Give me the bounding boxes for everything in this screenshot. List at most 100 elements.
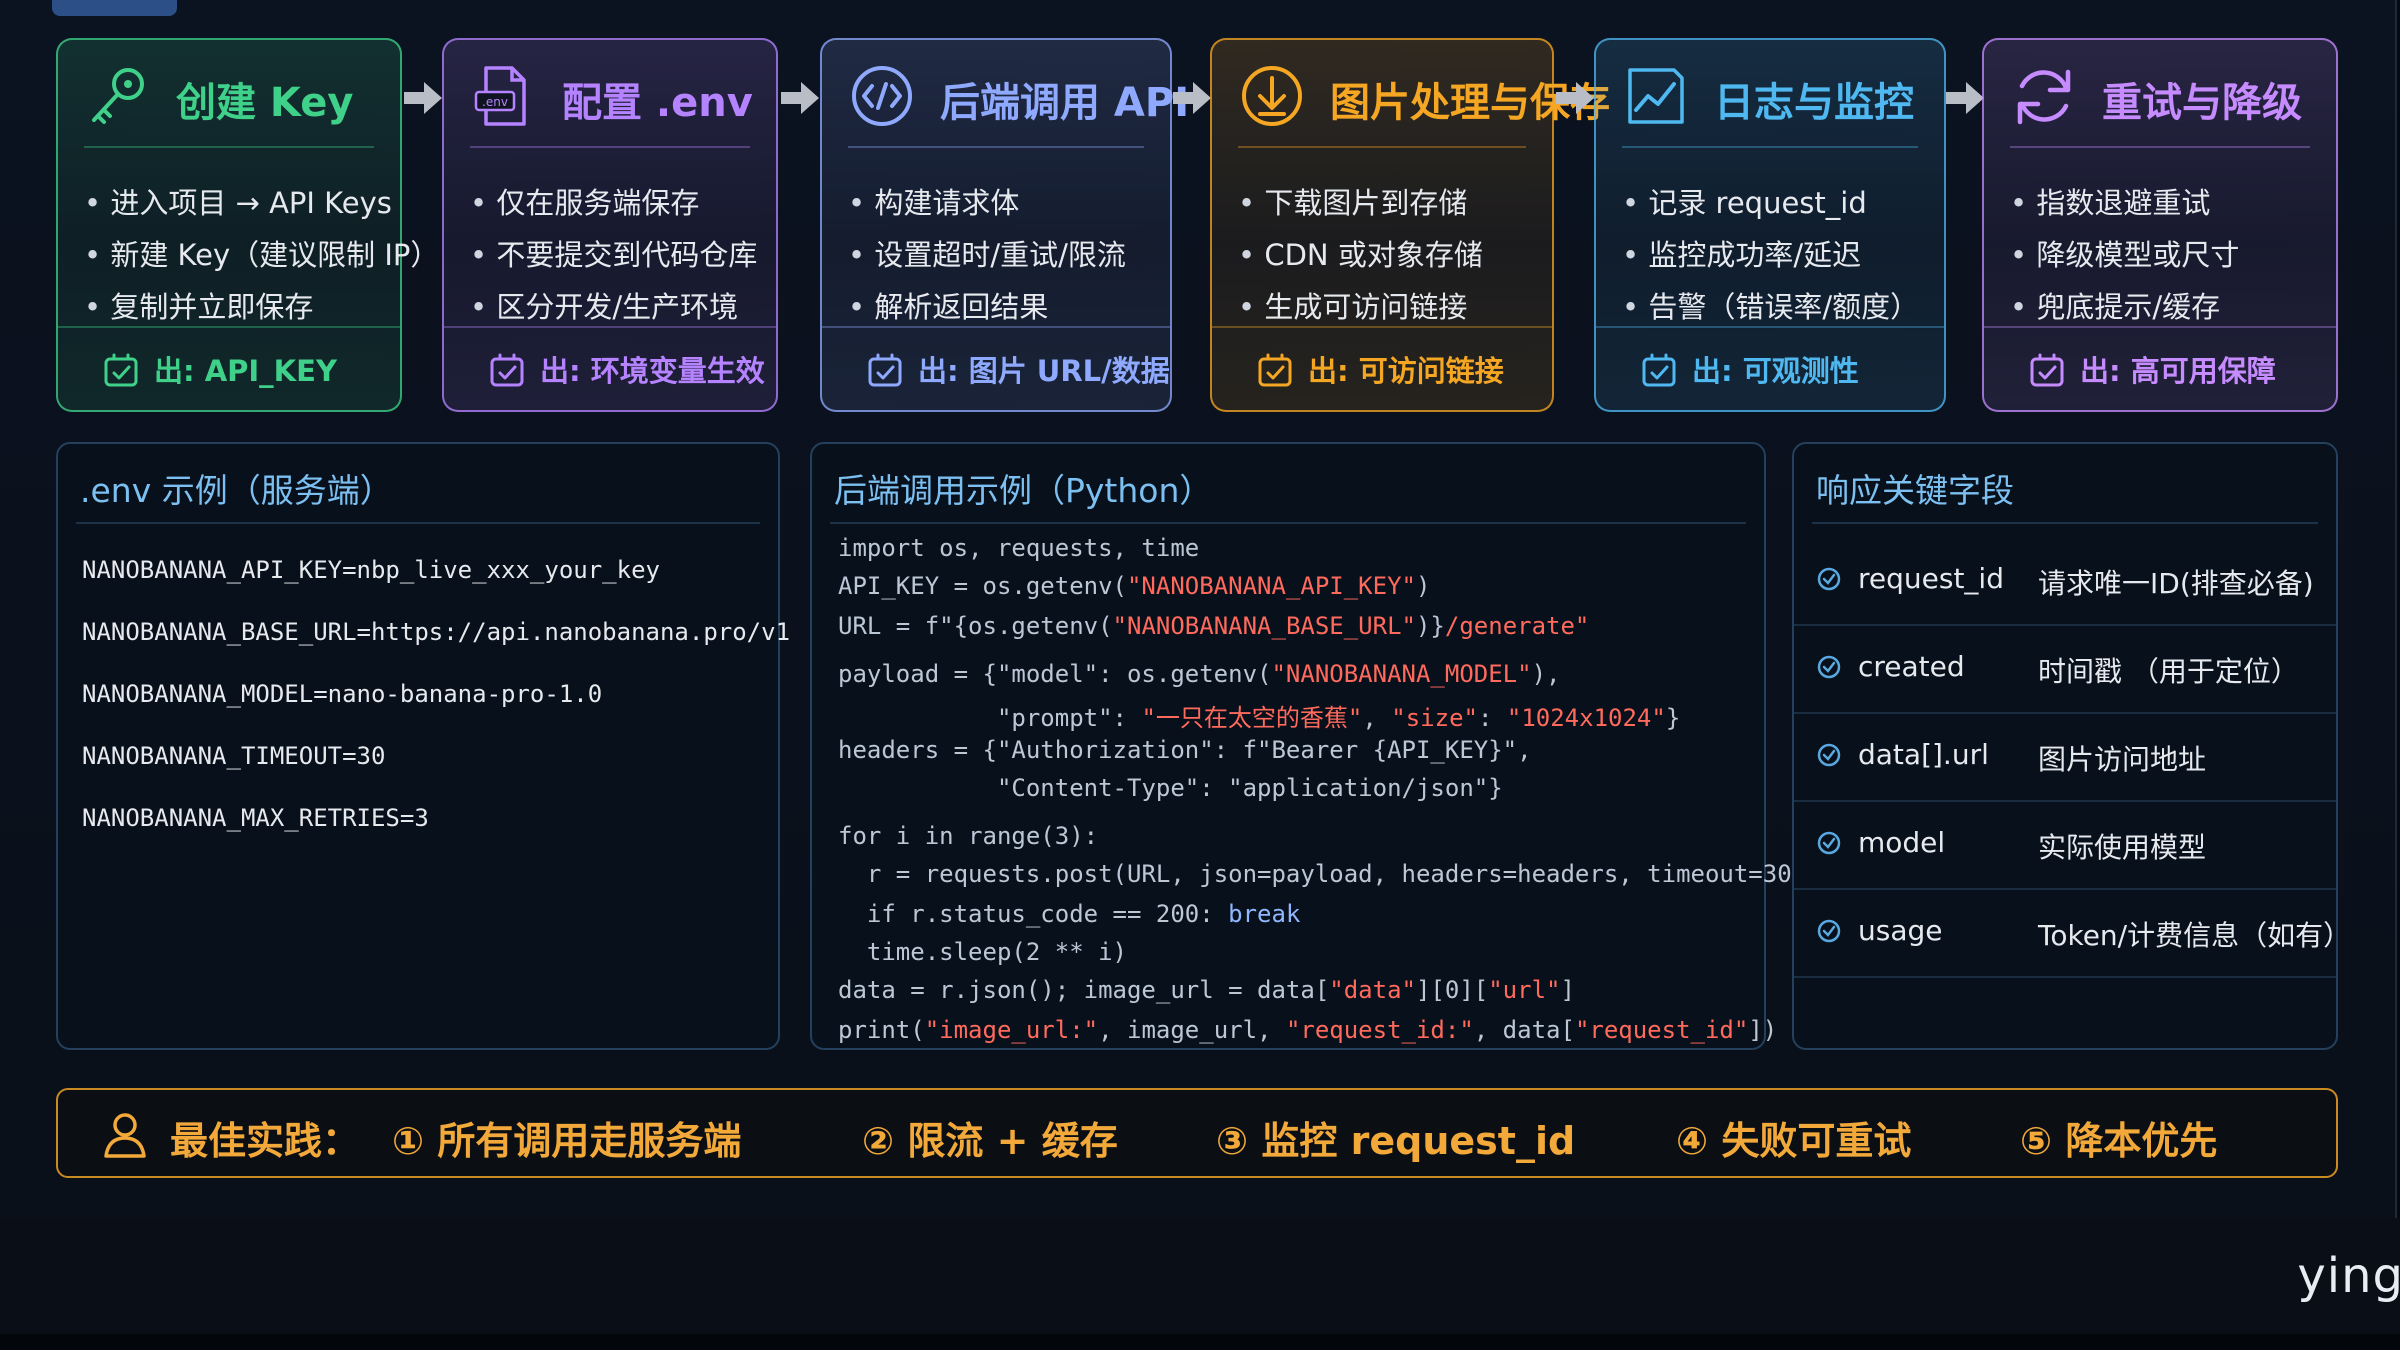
output-icon <box>490 353 524 387</box>
code-token: ) <box>1415 572 1431 600</box>
bullet-item: 下载图片到存储 <box>1238 186 1483 238</box>
step-output-text: 出: 环境变量生效 <box>540 354 765 388</box>
env-line: NANOBANANA_TIMEOUT=30 <box>82 742 386 770</box>
code-token: "一只在太空的香蕉" <box>1141 704 1363 732</box>
step-title: 创建 Key <box>176 80 354 126</box>
step-header: 创建 Key <box>58 40 400 150</box>
code-line: import os, requests, time <box>838 534 1199 562</box>
divider <box>848 146 1144 148</box>
env-line: NANOBANANA_BASE_URL=https://api.nanobana… <box>82 618 791 646</box>
best-practice-label: 最佳实践： <box>170 1119 361 1163</box>
step-bullets: 进入项目 → API Keys新建 Key（建议限制 IP）复制并立即保存 <box>84 186 439 342</box>
code-token: "url" <box>1488 976 1561 1004</box>
code-token: "Content-Type": "application/json"} <box>996 774 1503 802</box>
env-panel-title: .env 示例（服务端） <box>80 471 393 510</box>
bullet-item: 设置超时/重试/限流 <box>848 238 1126 290</box>
fields-panel-title: 响应关键字段 <box>1816 471 2014 510</box>
step-output: 出: 可观测性 <box>1640 348 1859 390</box>
step-output-text: 出: 可观测性 <box>1692 354 1859 388</box>
code-token: } <box>1665 704 1681 732</box>
divider <box>58 326 400 328</box>
best-practice-item: ④ 失败可重试 <box>1676 1119 1912 1163</box>
step-output: 出: 图片 URL/数据 <box>866 348 1170 390</box>
code-token: , data[ <box>1473 1016 1575 1044</box>
bullet-item: CDN 或对象存储 <box>1238 238 1483 290</box>
code-token: "NANOBANANA_API_KEY" <box>1126 572 1416 600</box>
field-desc: 时间戳 （用于定位） <box>2038 655 2299 688</box>
flow-arrow-icon <box>777 78 821 118</box>
bottom-bar <box>0 1334 2400 1350</box>
field-key: data[].url <box>1858 738 1989 771</box>
env-line: NANOBANANA_MAX_RETRIES=3 <box>82 804 429 832</box>
check-circle-icon <box>1817 743 1841 767</box>
bullet-item: 兜底提示/缓存 <box>2010 290 2239 342</box>
bullet-item: 复制并立即保存 <box>84 290 439 342</box>
divider <box>1812 522 2318 524</box>
user-icon <box>104 1113 146 1158</box>
flow-arrow-icon <box>1552 78 1596 118</box>
code-token: , <box>1362 704 1392 732</box>
bullet-item: 进入项目 → API Keys <box>84 186 439 238</box>
bullet-item: 降级模型或尺寸 <box>2010 238 2239 290</box>
code-line: if r.status_code == 200: break <box>838 900 1300 928</box>
step-header: 图片处理与保存 <box>1212 40 1610 150</box>
field-row: data[].url 图片访问地址 <box>1794 712 2336 802</box>
code-token: ] <box>1560 976 1575 1004</box>
best-practice-item: ② 限流 + 缓存 <box>862 1119 1118 1163</box>
field-desc: 图片访问地址 <box>2038 743 2207 776</box>
refresh-icon <box>2017 69 2071 125</box>
code-token: "NANOBANANA_BASE_URL" <box>1112 612 1416 640</box>
step-card: 日志与监控记录 request_id监控成功率/延迟告警（错误率/额度） 出: 可… <box>1594 38 1946 412</box>
step-card: .env 配置 .env 仅在服务端保存不要提交到代码仓库区分开发/生产环境出: 环… <box>442 38 778 412</box>
key-icon <box>92 68 144 124</box>
field-row: request_id 请求唯一ID(排查必备) <box>1794 536 2336 626</box>
code-line: "Content-Type": "application/json"} <box>838 774 1503 802</box>
code-token: "1024x1024" <box>1506 704 1666 732</box>
best-practice-item: ③ 监控 request_id <box>1216 1119 1576 1163</box>
code-line: for i in range(3): <box>838 822 1098 850</box>
divider <box>1212 326 1552 328</box>
footer-strip <box>0 1218 2400 1350</box>
code-token: time.sleep(2 ** i) <box>866 938 1127 966</box>
code-token: r = requests.post(URL, json=payload, hea… <box>866 860 1807 888</box>
bullet-item: 解析返回结果 <box>848 290 1126 342</box>
watermark: ying <box>2297 1248 2400 1304</box>
code-token: print( <box>838 1016 925 1044</box>
code-token: ), <box>1531 660 1561 688</box>
code-line: print("image_url:", image_url, "request_… <box>838 1016 1777 1044</box>
code-token: headers = {"Authorization": f"Bearer {AP… <box>838 736 1532 764</box>
env-file-icon: .env <box>474 66 526 126</box>
chart-icon <box>1628 68 1684 124</box>
step-title: 日志与监控 <box>1714 80 1914 126</box>
code-token: URL = f"{os.getenv( <box>838 612 1113 640</box>
code-token: /generate" <box>1444 612 1590 640</box>
step-output: 出: 环境变量生效 <box>488 348 765 390</box>
best-practice-item: ⑤ 降本优先 <box>2020 1119 2218 1163</box>
best-practice-bar: 最佳实践： ① 所有调用走服务端 ② 限流 + 缓存 ③ 监控 request_id… <box>56 1088 2338 1178</box>
field-key: request_id <box>1858 562 2004 595</box>
top-tab <box>52 0 177 16</box>
check-circle-icon <box>1817 831 1841 855</box>
field-key: created <box>1858 650 1965 683</box>
code-line: API_KEY = os.getenv("NANOBANANA_API_KEY"… <box>838 572 1430 600</box>
output-icon <box>104 353 138 387</box>
flow-arrow-icon <box>400 78 444 118</box>
step-output-text: 出: 图片 URL/数据 <box>918 354 1170 388</box>
step-card: 重试与降级指数退避重试降级模型或尺寸兜底提示/缓存出: 高可用保障 <box>1982 38 2338 412</box>
field-desc: 请求唯一ID(排查必备) <box>2038 567 2314 600</box>
code-token: "request_id:" <box>1285 1016 1474 1044</box>
env-line: NANOBANANA_MODEL=nano-banana-pro-1.0 <box>82 680 603 708</box>
step-title: 配置 .env <box>562 80 753 126</box>
divider <box>470 146 750 148</box>
step-card: 创建 Key 进入项目 → API Keys新建 Key（建议限制 IP）复制并立… <box>56 38 439 412</box>
code-token: )} <box>1415 612 1445 640</box>
bullet-item: 不要提交到代码仓库 <box>470 238 757 290</box>
bullet-item: 记录 request_id <box>1622 186 1919 238</box>
flow-arrow-icon <box>1169 78 1213 118</box>
code-token: : <box>1477 704 1507 732</box>
step-output: 出: 高可用保障 <box>2028 348 2276 390</box>
